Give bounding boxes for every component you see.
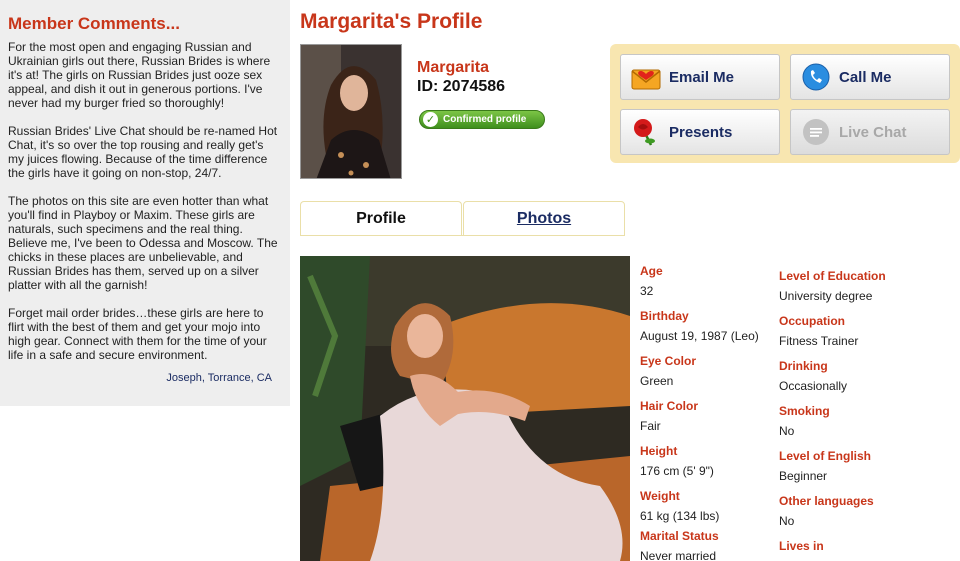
detail-value: Fitness Trainer — [779, 334, 859, 348]
detail-height: Height 176 cm (5' 9") — [640, 444, 759, 489]
detail-label: Occupation — [779, 314, 846, 328]
comment-paragraph: For the most open and engaging Russian a… — [8, 40, 271, 110]
detail-label: Marital Status — [640, 529, 719, 543]
detail-value: Beginner — [779, 469, 828, 483]
email-me-label: Email Me — [669, 68, 735, 86]
avatar[interactable] — [300, 44, 402, 179]
detail-value: Never married — [640, 549, 717, 561]
detail-value: No — [779, 424, 795, 438]
details-column-right: Level of Education University degree Occ… — [779, 269, 886, 561]
detail-lives-in: Lives in — [779, 539, 886, 561]
detail-label: Level of English — [779, 449, 872, 463]
call-me-label: Call Me — [839, 68, 892, 86]
contact-actions-panel: Email Me Call Me Presents Live Chat — [610, 44, 960, 163]
detail-education: Level of Education University degree — [779, 269, 886, 314]
checkmark-icon: ✓ — [423, 112, 438, 127]
detail-label: Level of Education — [779, 269, 886, 283]
detail-label: Lives in — [779, 539, 824, 553]
profile-id: ID: 2074586 — [417, 78, 506, 95]
member-comments-panel: Member Comments... For the most open and… — [0, 0, 290, 406]
live-chat-button[interactable]: Live Chat — [790, 109, 950, 155]
tab-photos[interactable]: Photos — [463, 201, 625, 236]
detail-label: Age — [640, 264, 663, 278]
detail-occupation: Occupation Fitness Trainer — [779, 314, 886, 359]
detail-marital-status: Marital Status Never married — [640, 529, 759, 561]
comment-signature: Joseph, Torrance, CA — [166, 372, 272, 384]
comment-paragraph: Russian Brides' Live Chat should be re-n… — [8, 124, 278, 180]
detail-value: No — [779, 514, 795, 528]
detail-weight: Weight 61 kg (134 lbs) — [640, 489, 759, 529]
detail-value: Fair — [640, 419, 661, 433]
detail-label: Height — [640, 444, 678, 458]
detail-english-level: Level of English Beginner — [779, 449, 886, 494]
details-column-left: Age 32 Birthday August 19, 1987 (Leo) Ey… — [640, 264, 759, 561]
call-me-button[interactable]: Call Me — [790, 54, 950, 100]
rose-icon — [631, 117, 661, 147]
tab-divider — [300, 235, 625, 236]
confirmed-profile-badge: ✓ Confirmed profile — [419, 110, 545, 129]
detail-smoking: Smoking No — [779, 404, 886, 449]
presents-label: Presents — [669, 123, 733, 141]
comment-paragraph: Forget mail order brides…these girls are… — [8, 306, 267, 362]
detail-drinking: Drinking Occasionally — [779, 359, 886, 404]
detail-value: 176 cm (5' 9") — [640, 464, 714, 478]
profile-photo-image — [300, 256, 630, 561]
confirmed-profile-label: Confirmed profile — [443, 114, 527, 125]
email-me-button[interactable]: Email Me — [620, 54, 780, 100]
chat-bubble-icon — [801, 117, 831, 147]
main-profile-photo[interactable] — [300, 256, 630, 561]
detail-value: Green — [640, 374, 674, 388]
detail-eye-color: Eye Color Green — [640, 354, 759, 399]
detail-age: Age 32 — [640, 264, 759, 309]
presents-button[interactable]: Presents — [620, 109, 780, 155]
detail-other-languages: Other languages No — [779, 494, 886, 539]
page-title: Margarita's Profile — [300, 10, 483, 33]
avatar-photo — [301, 45, 401, 178]
detail-value: Occasionally — [779, 379, 848, 393]
tab-profile[interactable]: Profile — [300, 201, 462, 236]
detail-value: August 19, 1987 (Leo) — [640, 329, 759, 343]
detail-value: 32 — [640, 284, 654, 298]
detail-hair-color: Hair Color Fair — [640, 399, 759, 444]
detail-label: Hair Color — [640, 399, 699, 413]
comment-paragraph: The photos on this site are even hotter … — [8, 194, 278, 292]
detail-label: Other languages — [779, 494, 874, 508]
detail-label: Weight — [640, 489, 680, 503]
detail-label: Smoking — [779, 404, 830, 418]
detail-label: Birthday — [640, 309, 689, 323]
detail-label: Drinking — [779, 359, 828, 373]
envelope-heart-icon — [631, 62, 661, 92]
live-chat-label: Live Chat — [839, 123, 907, 141]
phone-icon — [801, 62, 831, 92]
detail-birthday: Birthday August 19, 1987 (Leo) — [640, 309, 759, 354]
member-comments-title: Member Comments... — [8, 14, 180, 33]
profile-name: Margarita — [417, 59, 490, 76]
detail-value: 61 kg (134 lbs) — [640, 509, 720, 523]
detail-label: Eye Color — [640, 354, 697, 368]
detail-value: University degree — [779, 289, 873, 303]
